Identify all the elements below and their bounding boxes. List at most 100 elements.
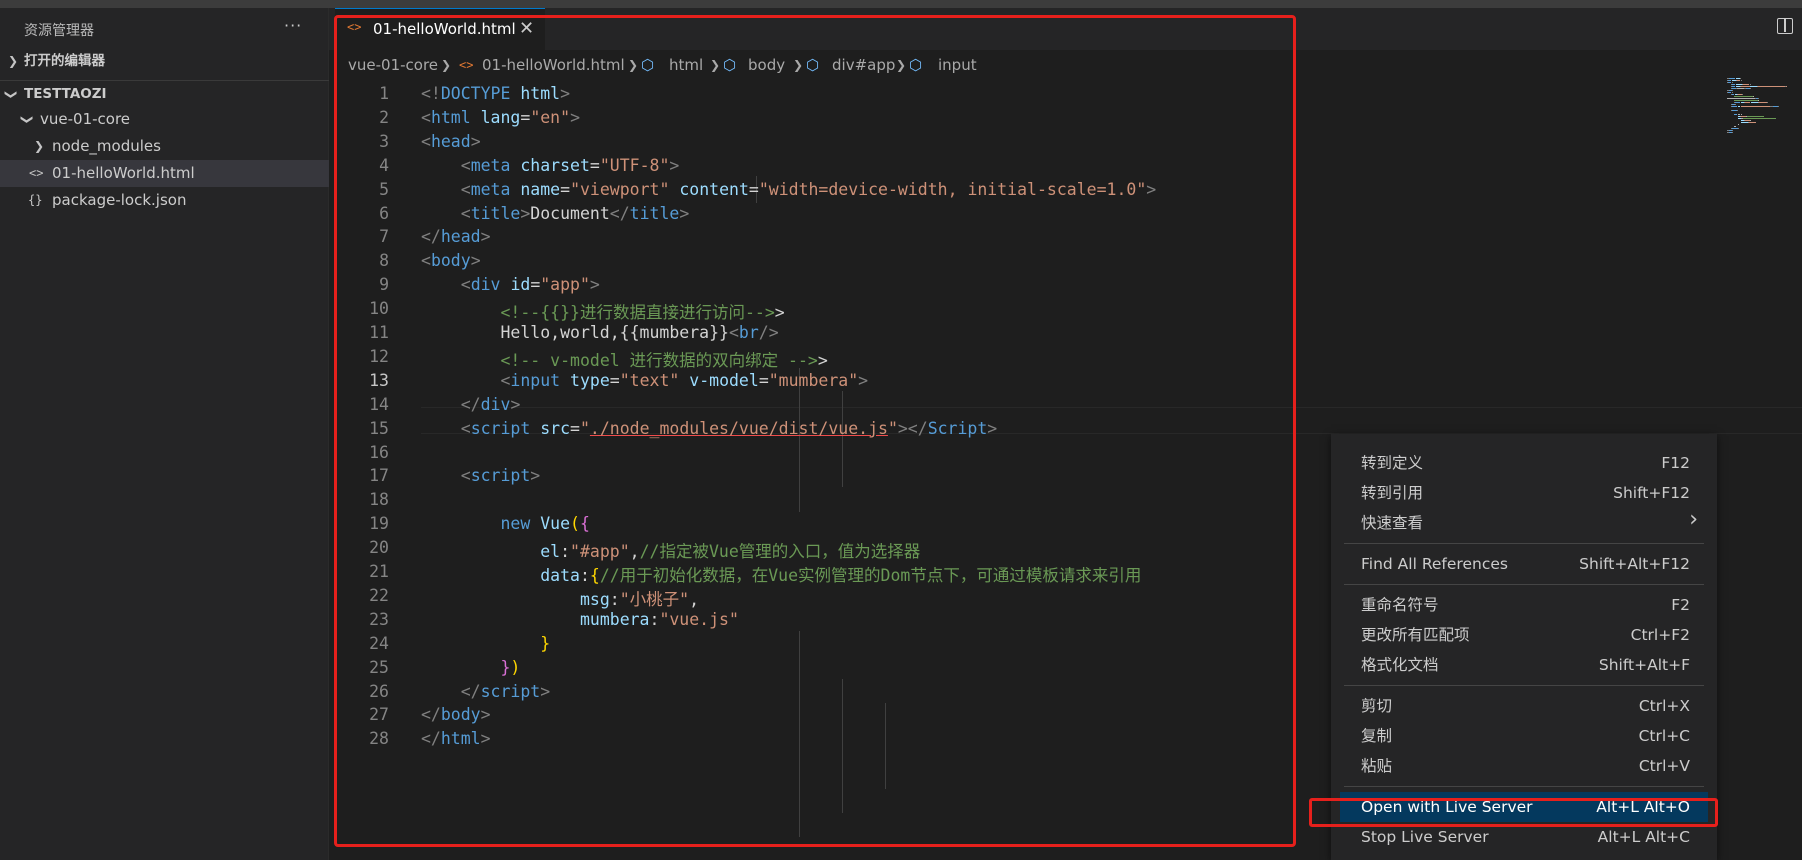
minimap-token	[1749, 120, 1751, 121]
menu-item-label: 更改所有匹配项	[1361, 626, 1470, 644]
folder-vue-01-core[interactable]: ❯ vue-01-core	[0, 106, 329, 133]
minimap[interactable]	[1727, 78, 1787, 138]
menu-item[interactable]: 重命名符号 F2	[1340, 590, 1708, 620]
menu-item[interactable]: 格式化文档 Shift+Alt+F	[1340, 650, 1708, 680]
minimap-token	[1740, 80, 1742, 81]
chevron-right-icon: ›	[1689, 507, 1698, 532]
menu-item-label: 转到定义	[1361, 454, 1424, 472]
minimap-token	[1757, 98, 1760, 99]
menu-item-shortcut: Shift+Alt+F12	[1579, 555, 1690, 573]
menu-item[interactable]: Find All References Shift+Alt+F12	[1340, 549, 1708, 579]
minimap-token	[1757, 100, 1759, 101]
minimap-token	[1736, 88, 1745, 89]
open-editors-section[interactable]: ❯ 打开的编辑器	[0, 48, 329, 75]
menu-item-shortcut: F12	[1661, 454, 1690, 472]
annotation-highlight-box	[1309, 798, 1718, 827]
menu-item[interactable]: 复制 Ctrl+C	[1340, 721, 1708, 751]
menu-separator	[1344, 543, 1704, 544]
menu-item-shortcut: Shift+F12	[1613, 484, 1690, 502]
menu-separator	[1344, 786, 1704, 787]
minimap-token	[1732, 90, 1734, 91]
tree-item-package-lock-json[interactable]: {} package-lock.json	[0, 187, 329, 214]
menu-item[interactable]: 粘贴 Ctrl+V	[1340, 751, 1708, 781]
menu-item-label: 重命名符号	[1361, 596, 1439, 614]
menu-item-label: 格式化文档	[1361, 656, 1439, 674]
minimap-token	[1731, 106, 1737, 107]
menu-item-shortcut: Ctrl+X	[1638, 697, 1690, 715]
chevron-down-icon: ❯	[20, 114, 35, 125]
minimap-token	[1766, 102, 1768, 103]
minimap-token	[1734, 114, 1737, 115]
workspace-section[interactable]: ❯ TESTTAOZI	[0, 80, 329, 107]
minimap-token	[1731, 94, 1735, 95]
minimap-token	[1785, 86, 1786, 87]
folder-label: vue-01-core	[40, 110, 131, 128]
minimap-token	[1746, 116, 1764, 117]
menu-item-label: 转到引用	[1361, 484, 1424, 502]
minimap-token	[1753, 96, 1755, 97]
minimap-token	[1737, 124, 1739, 125]
menu-item-label: 剪切	[1361, 697, 1393, 715]
explorer-title: 资源管理器	[24, 23, 94, 39]
menu-item-shortcut: F2	[1671, 596, 1690, 614]
explorer-sidebar: 资源管理器 ··· ❯ 打开的编辑器 ❯ TESTTAOZI ❯ vue-01-…	[0, 8, 329, 860]
minimap-token	[1758, 102, 1767, 103]
menu-item-shortcut: Ctrl+V	[1638, 757, 1690, 775]
menu-item-label: Find All References	[1361, 555, 1508, 573]
minimap-token	[1743, 118, 1776, 119]
minimap-token	[1732, 130, 1734, 131]
menu-item[interactable]: 快速查看 ›	[1340, 507, 1708, 538]
minimap-token	[1735, 126, 1737, 127]
json-file-icon: {}	[28, 193, 43, 207]
menu-item-shortcut: Ctrl+C	[1638, 727, 1690, 745]
minimap-token	[1737, 128, 1739, 129]
menu-separator	[1344, 685, 1704, 686]
minimap-token	[1750, 88, 1752, 89]
menu-item[interactable]: 更改所有匹配项 Ctrl+F2	[1340, 620, 1708, 650]
menu-item[interactable]: 剪切 Ctrl+X	[1340, 691, 1708, 721]
minimap-token	[1741, 114, 1743, 115]
html-file-icon: <>	[29, 166, 44, 180]
window-top-strip	[0, 0, 1802, 8]
chevron-down-icon: ❯	[4, 89, 19, 100]
minimap-token	[1734, 96, 1754, 97]
annotation-highlight-box	[334, 15, 1296, 847]
chevron-right-icon: ❯	[34, 139, 45, 153]
minimap-token	[1735, 104, 1737, 105]
minimap-token	[1745, 102, 1751, 103]
minimap-token	[1731, 84, 1736, 85]
minimap-token	[1739, 78, 1741, 79]
menu-item-label: 快速查看	[1361, 514, 1424, 532]
minimap-token	[1727, 98, 1755, 99]
tree-item-label: package-lock.json	[52, 191, 187, 209]
minimap-token	[1748, 122, 1756, 123]
more-actions-icon[interactable]: ···	[284, 16, 302, 35]
minimap-token	[1736, 110, 1738, 111]
chevron-right-icon: ❯	[8, 54, 19, 68]
minimap-token	[1732, 132, 1734, 133]
menu-item-label: 粘贴	[1361, 757, 1393, 775]
minimap-token	[1731, 92, 1733, 93]
tree-item-node-modules[interactable]: ❯ node_modules	[0, 133, 329, 160]
menu-item-label: 复制	[1361, 727, 1393, 745]
minimap-token	[1727, 80, 1732, 81]
minimap-token	[1731, 86, 1736, 87]
split-editor-icon[interactable]	[1777, 18, 1793, 34]
minimap-token	[1734, 100, 1758, 101]
workspace-label: TESTTAOZI	[24, 86, 107, 102]
tree-item-hello-world-html[interactable]: <> 01-helloWorld.html	[0, 160, 329, 187]
menu-item-shortcut: Shift+Alt+F	[1598, 656, 1690, 674]
menu-item[interactable]: 转到定义 F12	[1340, 448, 1708, 478]
minimap-token	[1740, 86, 1750, 87]
context-menu[interactable]: 转到定义 F12 转到引用 Shift+F12 快速查看 › Find All Refere…	[1331, 434, 1717, 860]
minimap-token	[1728, 78, 1736, 79]
menu-item-shortcut: Ctrl+F2	[1630, 626, 1690, 644]
open-editors-label: 打开的编辑器	[24, 53, 105, 69]
minimap-token	[1778, 106, 1780, 107]
tree-item-label: 01-helloWorld.html	[52, 164, 195, 182]
minimap-token	[1742, 94, 1744, 95]
minimap-token	[1735, 102, 1740, 103]
minimap-token	[1749, 84, 1751, 85]
menu-item[interactable]: 转到引用 Shift+F12	[1340, 478, 1708, 508]
tree-item-label: node_modules	[52, 137, 161, 155]
